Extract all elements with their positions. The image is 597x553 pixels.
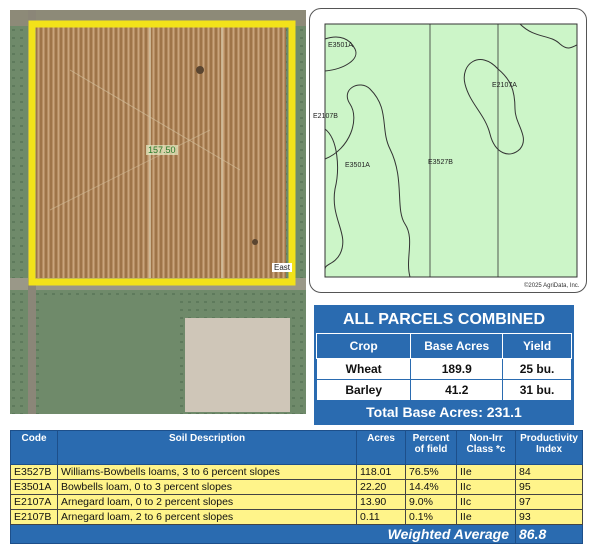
code-cell: E3501A	[10, 479, 58, 495]
header-acres: Acres	[356, 430, 406, 465]
acres-cell: 13.90	[356, 494, 406, 510]
index-cell: 95	[515, 479, 583, 495]
table-row: E2107A Arnegard loam, 0 to 2 percent slo…	[10, 494, 583, 510]
index-cell: 97	[515, 494, 583, 510]
acres-cell: 118.01	[356, 464, 406, 480]
unit-label-e3527b: E3527B	[428, 159, 453, 166]
yield-cell: 31 bu.	[502, 379, 572, 401]
soils-table: Code Soil Description Acres Percent of f…	[10, 430, 583, 544]
header-yield: Yield	[502, 333, 572, 359]
soil-map: E3501A E2107B E3501A E3527B E2107A ©2025…	[309, 8, 587, 293]
weighted-average-value: 86.8	[515, 524, 583, 544]
percent-cell: 14.4%	[405, 479, 457, 495]
description-cell: Bowbells loam, 0 to 3 percent slopes	[57, 479, 357, 495]
total-base-acres: Total Base Acres: 231.1	[316, 401, 572, 423]
description-cell: Williams-Bowbells loams, 3 to 6 percent …	[57, 464, 357, 480]
table-row: E3501A Bowbells loam, 0 to 3 percent slo…	[10, 479, 583, 495]
unit-label-e3501a: E3501A	[345, 162, 370, 169]
unit-label-e2107b: E2107B	[313, 113, 338, 120]
total-label: Total Base Acres:	[366, 404, 483, 420]
header-index: Productivity Index	[515, 430, 583, 465]
map-copyright: ©2025 AgriData, Inc.	[524, 283, 580, 289]
header-base-acres: Base Acres	[410, 333, 504, 359]
class-cell: IIe	[456, 509, 516, 525]
table-row: E2107B Arnegard loam, 2 to 6 percent slo…	[10, 509, 583, 525]
class-cell: IIc	[456, 494, 516, 510]
percent-cell: 76.5%	[405, 464, 457, 480]
code-cell: E2107A	[10, 494, 58, 510]
percent-cell: 9.0%	[405, 494, 457, 510]
header-code: Code	[10, 430, 58, 465]
header-percent: Percent of field	[405, 430, 457, 465]
header-crop: Crop	[315, 333, 412, 359]
parcels-table: Crop Base Acres Yield Wheat 189.9 25 bu.…	[315, 333, 572, 401]
parcels-title: ALL PARCELS COMBINED	[316, 307, 572, 333]
aerial-photo: 157.50 East	[10, 10, 306, 414]
total-value: 231.1	[486, 404, 522, 420]
parcels-summary: ALL PARCELS COMBINED Crop Base Acres Yie…	[314, 305, 574, 425]
code-cell: E3527B	[10, 464, 58, 480]
header-description: Soil Description	[57, 430, 357, 465]
acres-cell: 22.20	[356, 479, 406, 495]
description-cell: Arnegard loam, 0 to 2 percent slopes	[57, 494, 357, 510]
unit-label-e3501a-top: E3501A	[328, 42, 353, 49]
table-row: E3527B Williams-Bowbells loams, 3 to 6 p…	[10, 464, 583, 480]
class-cell: IIc	[456, 479, 516, 495]
table-row: Barley 41.2 31 bu.	[315, 379, 572, 401]
code-cell: E2107B	[10, 509, 58, 525]
description-cell: Arnegard loam, 2 to 6 percent slopes	[57, 509, 357, 525]
field-acres-label: 157.50	[146, 145, 178, 155]
class-cell: IIe	[456, 464, 516, 480]
index-cell: 93	[515, 509, 583, 525]
crop-cell: Wheat	[315, 358, 412, 380]
unit-label-e2107a: E2107A	[492, 82, 517, 89]
table-row: Wheat 189.9 25 bu.	[315, 358, 572, 380]
acres-cell: 0.11	[356, 509, 406, 525]
weighted-average-row: Weighted Average 86.8	[10, 524, 583, 544]
crop-cell: Barley	[315, 379, 412, 401]
base-acres-cell: 41.2	[410, 379, 504, 401]
index-cell: 84	[515, 464, 583, 480]
road-label: East	[272, 263, 293, 272]
yield-cell: 25 bu.	[502, 358, 572, 380]
base-acres-cell: 189.9	[410, 358, 504, 380]
weighted-average-label: Weighted Average	[10, 524, 516, 544]
header-class: Non-Irr Class *c	[456, 430, 516, 465]
percent-cell: 0.1%	[405, 509, 457, 525]
